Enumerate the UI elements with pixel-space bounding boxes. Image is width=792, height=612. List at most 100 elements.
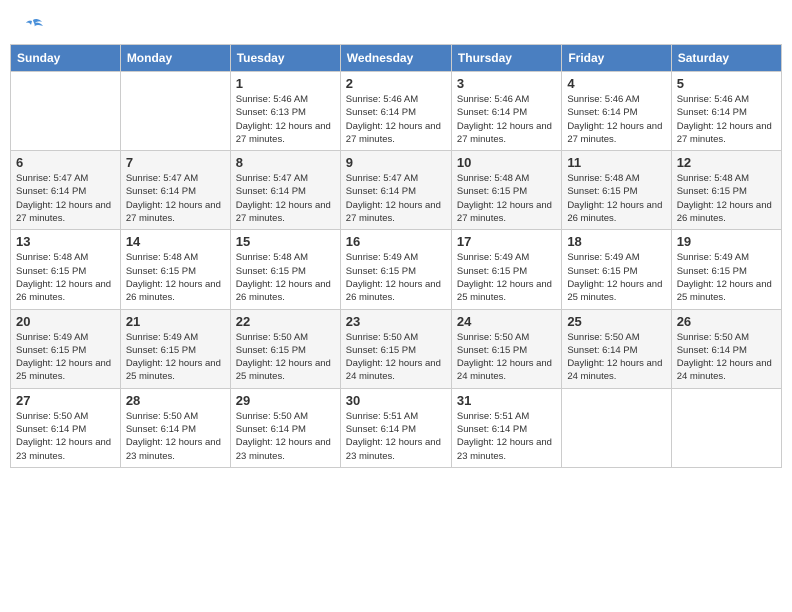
day-number: 15 <box>236 234 335 249</box>
day-info: Sunrise: 5:47 AM Sunset: 6:14 PM Dayligh… <box>126 172 225 225</box>
day-number: 8 <box>236 155 335 170</box>
day-info: Sunrise: 5:50 AM Sunset: 6:14 PM Dayligh… <box>236 410 335 463</box>
calendar-cell: 13 Sunrise: 5:48 AM Sunset: 6:15 PM Dayli… <box>11 230 121 309</box>
day-info: Sunrise: 5:47 AM Sunset: 6:14 PM Dayligh… <box>236 172 335 225</box>
day-number: 4 <box>567 76 665 91</box>
calendar-cell: 18 Sunrise: 5:49 AM Sunset: 6:15 PM Dayli… <box>562 230 671 309</box>
calendar-cell: 20 Sunrise: 5:49 AM Sunset: 6:15 PM Dayli… <box>11 309 121 388</box>
calendar-cell: 11Sunrise: 5:48 AM Sunset: 6:15 PM Dayli… <box>562 151 671 230</box>
calendar-cell <box>562 388 671 467</box>
calendar-week-3: 13 Sunrise: 5:48 AM Sunset: 6:15 PM Dayli… <box>11 230 782 309</box>
day-info: Sunrise: 5:49 AM Sunset: 6:15 PM Dayligh… <box>126 331 225 384</box>
day-number: 31 <box>457 393 556 408</box>
day-number: 13 <box>16 234 115 249</box>
calendar-cell: 5 Sunrise: 5:46 AM Sunset: 6:14 PM Daylig… <box>671 72 781 151</box>
day-number: 29 <box>236 393 335 408</box>
day-info: Sunrise: 5:50 AM Sunset: 6:14 PM Dayligh… <box>16 410 115 463</box>
column-header-saturday: Saturday <box>671 45 781 72</box>
day-number: 19 <box>677 234 776 249</box>
calendar-cell: 31 Sunrise: 5:51 AM Sunset: 6:14 PM Dayli… <box>451 388 561 467</box>
day-info: Sunrise: 5:46 AM Sunset: 6:14 PM Dayligh… <box>567 93 665 146</box>
day-info: Sunrise: 5:50 AM Sunset: 6:14 PM Dayligh… <box>126 410 225 463</box>
day-info: Sunrise: 5:50 AM Sunset: 6:14 PM Dayligh… <box>677 331 776 384</box>
calendar-cell: 17Sunrise: 5:49 AM Sunset: 6:15 PM Dayli… <box>451 230 561 309</box>
day-info: Sunrise: 5:50 AM Sunset: 6:15 PM Dayligh… <box>236 331 335 384</box>
day-info: Sunrise: 5:49 AM Sunset: 6:15 PM Dayligh… <box>457 251 556 304</box>
day-number: 20 <box>16 314 115 329</box>
column-header-wednesday: Wednesday <box>340 45 451 72</box>
calendar-week-2: 6 Sunrise: 5:47 AM Sunset: 6:14 PM Daylig… <box>11 151 782 230</box>
day-number: 1 <box>236 76 335 91</box>
column-header-friday: Friday <box>562 45 671 72</box>
calendar-cell: 26 Sunrise: 5:50 AM Sunset: 6:14 PM Dayli… <box>671 309 781 388</box>
day-number: 27 <box>16 393 115 408</box>
calendar-week-1: 1Sunrise: 5:46 AM Sunset: 6:13 PM Daylig… <box>11 72 782 151</box>
day-info: Sunrise: 5:46 AM Sunset: 6:14 PM Dayligh… <box>457 93 556 146</box>
calendar-cell: 25Sunrise: 5:50 AM Sunset: 6:14 PM Dayli… <box>562 309 671 388</box>
calendar-cell <box>120 72 230 151</box>
day-number: 6 <box>16 155 115 170</box>
page-header <box>10 10 782 38</box>
day-number: 28 <box>126 393 225 408</box>
day-info: Sunrise: 5:50 AM Sunset: 6:15 PM Dayligh… <box>457 331 556 384</box>
column-header-tuesday: Tuesday <box>230 45 340 72</box>
day-info: Sunrise: 5:48 AM Sunset: 6:15 PM Dayligh… <box>457 172 556 225</box>
calendar-cell: 19 Sunrise: 5:49 AM Sunset: 6:15 PM Dayli… <box>671 230 781 309</box>
day-info: Sunrise: 5:46 AM Sunset: 6:14 PM Dayligh… <box>677 93 776 146</box>
day-number: 7 <box>126 155 225 170</box>
day-number: 5 <box>677 76 776 91</box>
day-info: Sunrise: 5:48 AM Sunset: 6:15 PM Dayligh… <box>236 251 335 304</box>
calendar-cell: 23 Sunrise: 5:50 AM Sunset: 6:15 PM Dayli… <box>340 309 451 388</box>
column-header-sunday: Sunday <box>11 45 121 72</box>
calendar-cell <box>671 388 781 467</box>
day-info: Sunrise: 5:49 AM Sunset: 6:15 PM Dayligh… <box>346 251 446 304</box>
calendar-cell: 7 Sunrise: 5:47 AM Sunset: 6:14 PM Daylig… <box>120 151 230 230</box>
logo <box>20 18 44 34</box>
calendar-cell: 21 Sunrise: 5:49 AM Sunset: 6:15 PM Dayli… <box>120 309 230 388</box>
day-info: Sunrise: 5:46 AM Sunset: 6:14 PM Dayligh… <box>346 93 446 146</box>
calendar-cell: 27 Sunrise: 5:50 AM Sunset: 6:14 PM Dayli… <box>11 388 121 467</box>
day-number: 2 <box>346 76 446 91</box>
calendar-cell: 24 Sunrise: 5:50 AM Sunset: 6:15 PM Dayli… <box>451 309 561 388</box>
day-info: Sunrise: 5:49 AM Sunset: 6:15 PM Dayligh… <box>567 251 665 304</box>
day-number: 10 <box>457 155 556 170</box>
calendar-table: SundayMondayTuesdayWednesdayThursdayFrid… <box>10 44 782 468</box>
day-number: 14 <box>126 234 225 249</box>
calendar-cell: 1Sunrise: 5:46 AM Sunset: 6:13 PM Daylig… <box>230 72 340 151</box>
calendar-cell: 6 Sunrise: 5:47 AM Sunset: 6:14 PM Daylig… <box>11 151 121 230</box>
calendar-cell: 3 Sunrise: 5:46 AM Sunset: 6:14 PM Daylig… <box>451 72 561 151</box>
day-number: 23 <box>346 314 446 329</box>
calendar-cell: 8 Sunrise: 5:47 AM Sunset: 6:14 PM Daylig… <box>230 151 340 230</box>
day-number: 21 <box>126 314 225 329</box>
day-number: 18 <box>567 234 665 249</box>
column-header-monday: Monday <box>120 45 230 72</box>
calendar-header-row: SundayMondayTuesdayWednesdayThursdayFrid… <box>11 45 782 72</box>
calendar-cell: 15 Sunrise: 5:48 AM Sunset: 6:15 PM Dayli… <box>230 230 340 309</box>
day-info: Sunrise: 5:49 AM Sunset: 6:15 PM Dayligh… <box>16 331 115 384</box>
day-info: Sunrise: 5:50 AM Sunset: 6:15 PM Dayligh… <box>346 331 446 384</box>
day-info: Sunrise: 5:48 AM Sunset: 6:15 PM Dayligh… <box>126 251 225 304</box>
day-number: 24 <box>457 314 556 329</box>
day-number: 3 <box>457 76 556 91</box>
calendar-cell: 12Sunrise: 5:48 AM Sunset: 6:15 PM Dayli… <box>671 151 781 230</box>
calendar-cell: 29 Sunrise: 5:50 AM Sunset: 6:14 PM Dayli… <box>230 388 340 467</box>
day-info: Sunrise: 5:51 AM Sunset: 6:14 PM Dayligh… <box>346 410 446 463</box>
calendar-cell: 30 Sunrise: 5:51 AM Sunset: 6:14 PM Dayli… <box>340 388 451 467</box>
day-number: 26 <box>677 314 776 329</box>
day-number: 12 <box>677 155 776 170</box>
column-header-thursday: Thursday <box>451 45 561 72</box>
day-info: Sunrise: 5:48 AM Sunset: 6:15 PM Dayligh… <box>567 172 665 225</box>
day-info: Sunrise: 5:47 AM Sunset: 6:14 PM Dayligh… <box>16 172 115 225</box>
day-number: 30 <box>346 393 446 408</box>
day-number: 16 <box>346 234 446 249</box>
logo-bird-icon <box>22 18 44 36</box>
day-info: Sunrise: 5:51 AM Sunset: 6:14 PM Dayligh… <box>457 410 556 463</box>
day-number: 9 <box>346 155 446 170</box>
calendar-cell: 28 Sunrise: 5:50 AM Sunset: 6:14 PM Dayli… <box>120 388 230 467</box>
day-number: 25 <box>567 314 665 329</box>
day-info: Sunrise: 5:48 AM Sunset: 6:15 PM Dayligh… <box>16 251 115 304</box>
day-info: Sunrise: 5:49 AM Sunset: 6:15 PM Dayligh… <box>677 251 776 304</box>
calendar-cell: 16 Sunrise: 5:49 AM Sunset: 6:15 PM Dayli… <box>340 230 451 309</box>
calendar-cell <box>11 72 121 151</box>
calendar-week-5: 27 Sunrise: 5:50 AM Sunset: 6:14 PM Dayli… <box>11 388 782 467</box>
